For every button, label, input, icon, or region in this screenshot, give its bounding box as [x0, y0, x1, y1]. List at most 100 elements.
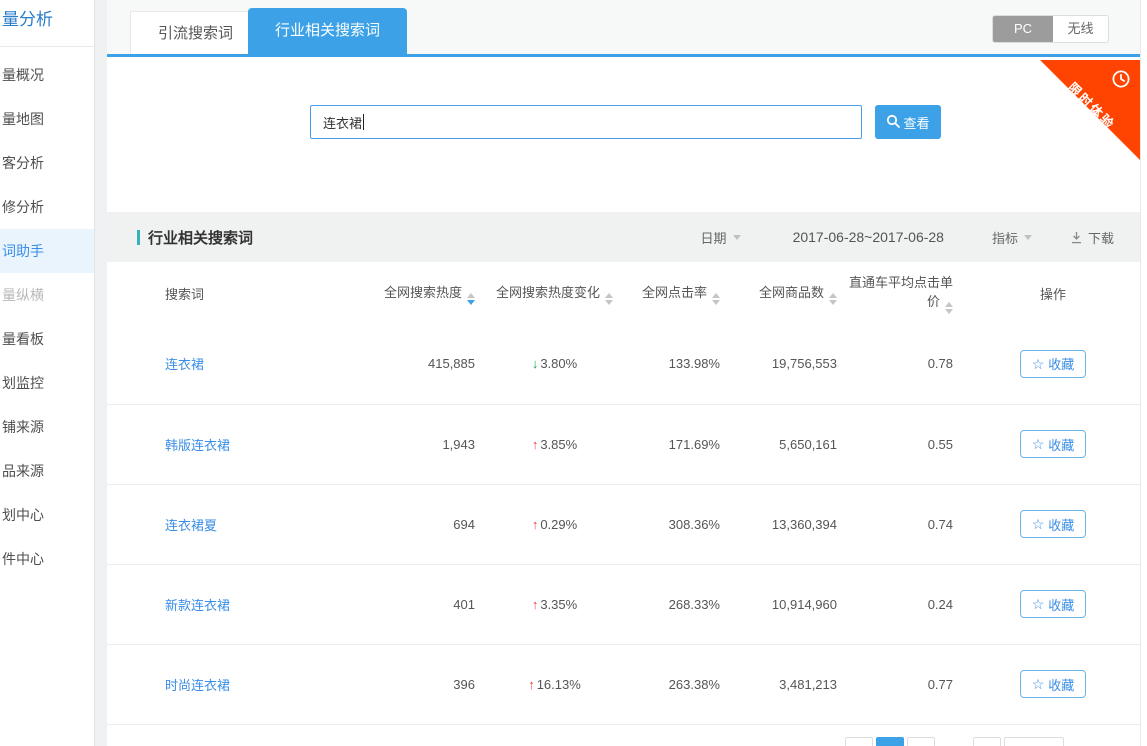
pagination-button[interactable] — [845, 737, 873, 746]
col-header-product-count[interactable]: 全网商品数 — [732, 262, 849, 324]
toggle-pc[interactable]: PC — [993, 16, 1053, 42]
star-icon: ☆ — [1032, 517, 1045, 531]
favorite-label: 收藏 — [1048, 675, 1074, 694]
favorite-button[interactable]: ☆收藏 — [1020, 430, 1086, 458]
products-value: 3,481,213 — [732, 644, 849, 724]
search-terms-table: 搜索词 全网搜索热度 全网搜索热度变化 全网点击率 全网商品数 — [107, 262, 1141, 725]
col-header-actions: 操作 — [965, 262, 1141, 324]
sidebar-item[interactable]: 铺来源 — [0, 405, 94, 449]
col-header-avg-cpc[interactable]: 直通车平均点击单价 — [849, 262, 965, 324]
col-header-ctr[interactable]: 全网点击率 — [622, 262, 732, 324]
sidebar-item[interactable]: 量纵横 — [0, 273, 94, 317]
metric-dropdown[interactable]: 指标 — [992, 228, 1032, 247]
table-row: 连衣裙夏 694 ↑0.29% 308.36% 13,360,394 0.74 … — [107, 484, 1141, 564]
favorite-label: 收藏 — [1048, 435, 1074, 454]
pagination-button[interactable] — [907, 737, 935, 746]
change-arrow-icon: ↑ — [532, 597, 539, 612]
pagination — [845, 737, 1064, 746]
sidebar-item[interactable]: 划中心 — [0, 493, 94, 537]
sidebar-item[interactable]: 客分析 — [0, 141, 94, 185]
keyword-link[interactable]: 连衣裙夏 — [165, 518, 217, 533]
table-row: 时尚连衣裙 396 ↑16.13% 263.38% 3,481,213 0.77… — [107, 644, 1141, 724]
pagination-gap — [938, 737, 970, 746]
trial-ribbon[interactable]: 限时体验 — [1040, 60, 1140, 160]
favorite-button[interactable]: ☆收藏 — [1020, 590, 1086, 618]
cpc-value: 0.55 — [849, 404, 965, 484]
sort-icon[interactable] — [712, 293, 720, 305]
clock-icon — [1111, 69, 1131, 94]
pagination-button[interactable] — [1004, 737, 1064, 746]
section-title: 行业相关搜索词 — [148, 227, 253, 248]
cpc-value: 0.77 — [849, 644, 965, 724]
download-label: 下载 — [1088, 228, 1114, 247]
pagination-button[interactable] — [973, 737, 1001, 746]
star-icon: ☆ — [1032, 437, 1045, 451]
ctr-value: 171.69% — [622, 404, 732, 484]
sidebar-item[interactable]: 量地图 — [0, 97, 94, 141]
star-icon: ☆ — [1032, 677, 1045, 691]
sidebar: 量分析 量概况量地图客分析修分析词助手量纵横量看板划监控铺来源品来源划中心件中心 — [0, 0, 95, 746]
sidebar-item[interactable]: 量概况 — [0, 53, 94, 97]
col-header-heat-change[interactable]: 全网搜索热度变化 — [487, 262, 622, 324]
table-row: 韩版连衣裙 1,943 ↑3.85% 171.69% 5,650,161 0.5… — [107, 404, 1141, 484]
ctr-value: 308.36% — [622, 484, 732, 564]
sort-icon[interactable] — [467, 293, 475, 305]
favorite-button[interactable]: ☆收藏 — [1020, 670, 1086, 698]
products-value: 13,360,394 — [732, 484, 849, 564]
table-body: 连衣裙 415,885 ↓3.80% 133.98% 19,756,553 0.… — [107, 324, 1141, 724]
change-arrow-icon: ↑ — [532, 437, 539, 452]
products-value: 10,914,960 — [732, 564, 849, 644]
keyword-link[interactable]: 连衣裙 — [165, 357, 204, 372]
keyword-link[interactable]: 时尚连衣裙 — [165, 678, 230, 693]
pagination-page-active[interactable] — [876, 737, 904, 746]
view-button[interactable]: 查看 — [875, 105, 941, 139]
sidebar-item[interactable]: 词助手 — [0, 229, 94, 273]
download-button[interactable]: 下载 — [1070, 228, 1114, 247]
change-value: 0.29% — [540, 517, 577, 532]
toggle-wireless[interactable]: 无线 — [1053, 16, 1108, 42]
section-controls: 日期 2017-06-28~2017-06-28 指标 下载 — [701, 228, 1114, 247]
device-toggle: PC 无线 — [992, 15, 1109, 43]
products-value: 19,756,553 — [732, 324, 849, 404]
change-value: 3.80% — [540, 356, 577, 371]
table-row: 连衣裙 415,885 ↓3.80% 133.98% 19,756,553 0.… — [107, 324, 1141, 404]
favorite-button[interactable]: ☆收藏 — [1020, 350, 1086, 378]
metric-dropdown-label: 指标 — [992, 228, 1018, 247]
sidebar-header[interactable]: 量分析 — [0, 0, 94, 47]
sort-icon[interactable] — [945, 302, 953, 314]
sidebar-menu: 量概况量地图客分析修分析词助手量纵横量看板划监控铺来源品来源划中心件中心 — [0, 47, 94, 581]
cpc-value: 0.74 — [849, 484, 965, 564]
sort-icon[interactable] — [829, 293, 837, 305]
keyword-link[interactable]: 新款连衣裙 — [165, 598, 230, 613]
date-dropdown[interactable]: 日期 — [701, 228, 741, 247]
ctr-value: 263.38% — [622, 644, 732, 724]
sidebar-item[interactable]: 件中心 — [0, 537, 94, 581]
sidebar-item[interactable]: 修分析 — [0, 185, 94, 229]
tab-traffic-search-terms[interactable]: 引流搜索词 — [130, 11, 261, 54]
change-arrow-icon: ↑ — [528, 677, 535, 692]
content-area: 限时体验 连衣裙 查看 行业相关搜索词 日期 2017- — [107, 60, 1140, 746]
products-value: 5,650,161 — [732, 404, 849, 484]
tab-industry-related-search-terms[interactable]: 行业相关搜索词 — [248, 8, 407, 54]
section-bar: 行业相关搜索词 日期 2017-06-28~2017-06-28 指标 — [107, 212, 1140, 262]
col-header-search-heat[interactable]: 全网搜索热度 — [367, 262, 487, 324]
search-icon — [886, 114, 900, 131]
sidebar-main-divider — [95, 0, 107, 746]
sort-icon[interactable] — [605, 293, 613, 305]
heat-value: 396 — [367, 644, 487, 724]
keyword-link[interactable]: 韩版连衣裙 — [165, 438, 230, 453]
heat-value: 415,885 — [367, 324, 487, 404]
search-input[interactable]: 连衣裙 — [310, 105, 862, 139]
text-caret — [363, 114, 364, 130]
download-icon — [1070, 231, 1083, 244]
sidebar-item[interactable]: 划监控 — [0, 361, 94, 405]
star-icon: ☆ — [1032, 597, 1045, 611]
search-input-value: 连衣裙 — [323, 113, 362, 132]
heat-value: 694 — [367, 484, 487, 564]
change-value: 3.85% — [540, 437, 577, 452]
sidebar-item[interactable]: 量看板 — [0, 317, 94, 361]
sidebar-item[interactable]: 品来源 — [0, 449, 94, 493]
favorite-button[interactable]: ☆收藏 — [1020, 510, 1086, 538]
date-range[interactable]: 2017-06-28~2017-06-28 — [793, 229, 944, 245]
favorite-label: 收藏 — [1048, 515, 1074, 534]
